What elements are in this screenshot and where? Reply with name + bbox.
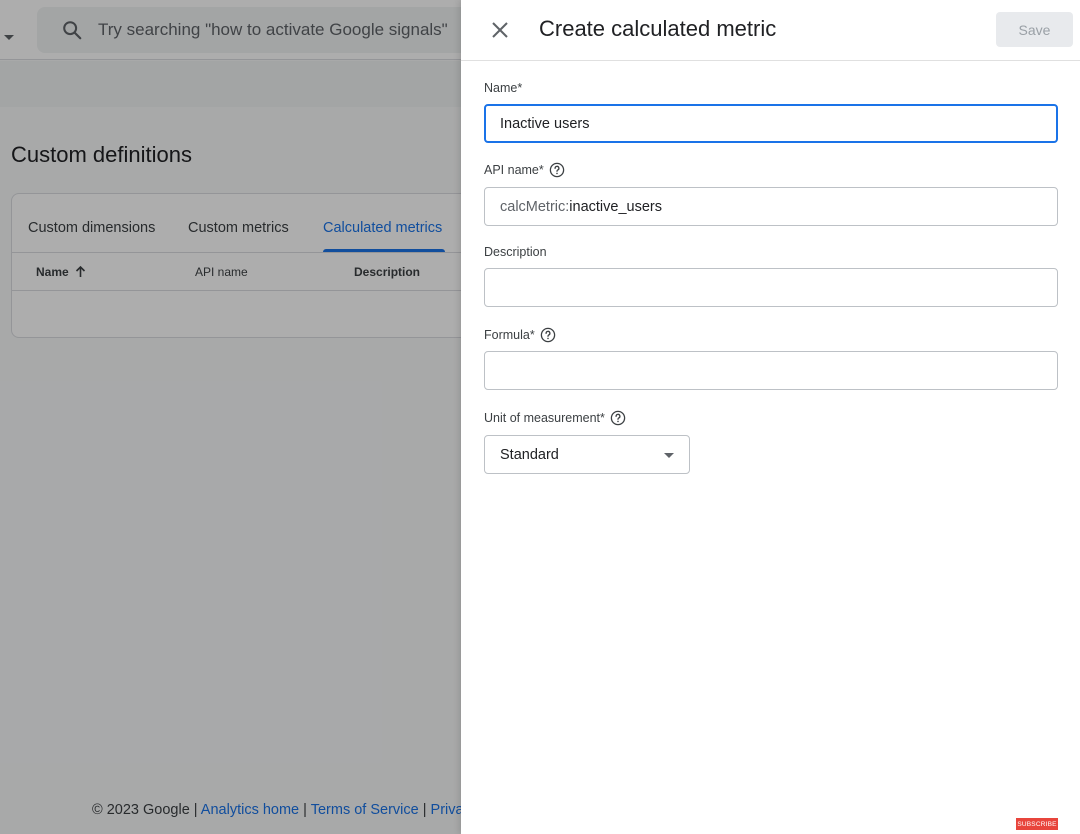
help-icon[interactable] bbox=[549, 162, 565, 178]
subscribe-badge[interactable]: SUBSCRIBE bbox=[1016, 818, 1058, 830]
dropdown-caret-icon bbox=[664, 453, 674, 458]
formula-label-text: Formula* bbox=[484, 328, 535, 342]
create-calculated-metric-panel: Create calculated metric Save Name* Inac… bbox=[461, 0, 1080, 834]
unit-select[interactable]: Standard bbox=[484, 435, 690, 474]
api-name-input[interactable]: calcMetric: inactive_users bbox=[484, 187, 1058, 226]
close-icon[interactable] bbox=[487, 17, 513, 43]
formula-label: Formula* bbox=[484, 327, 556, 343]
panel-header: Create calculated metric Save bbox=[461, 0, 1080, 61]
description-label: Description bbox=[484, 245, 547, 259]
description-input[interactable] bbox=[484, 268, 1058, 307]
unit-label-text: Unit of measurement* bbox=[484, 411, 605, 425]
api-name-prefix: calcMetric: bbox=[500, 198, 570, 215]
description-label-text: Description bbox=[484, 245, 547, 259]
name-label: Name* bbox=[484, 81, 522, 95]
api-name-value: inactive_users bbox=[569, 198, 662, 215]
help-icon[interactable] bbox=[610, 410, 626, 426]
formula-input[interactable] bbox=[484, 351, 1058, 390]
panel-title: Create calculated metric bbox=[539, 16, 777, 41]
unit-select-value: Standard bbox=[500, 446, 559, 463]
api-name-label: API name* bbox=[484, 162, 565, 178]
api-name-label-text: API name* bbox=[484, 163, 544, 177]
name-input[interactable]: Inactive users bbox=[484, 104, 1058, 143]
name-input-value: Inactive users bbox=[500, 115, 590, 132]
name-label-text: Name* bbox=[484, 81, 523, 95]
save-button[interactable]: Save bbox=[996, 12, 1073, 47]
help-icon[interactable] bbox=[540, 327, 556, 343]
unit-label: Unit of measurement* bbox=[484, 410, 626, 426]
